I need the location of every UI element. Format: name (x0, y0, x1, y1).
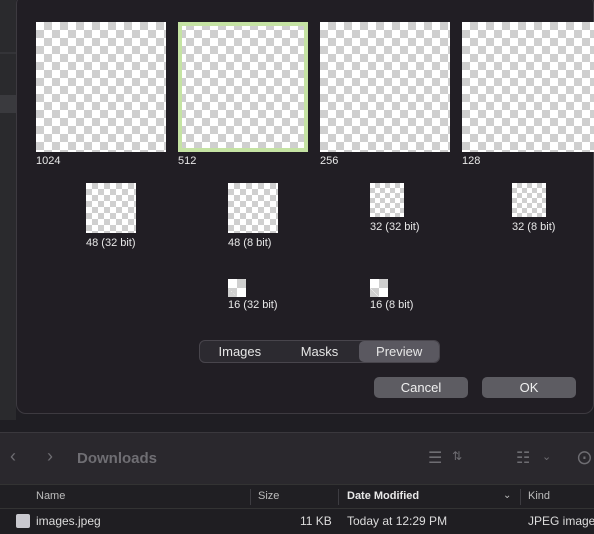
back-chevron-icon[interactable]: ‹ (10, 446, 16, 467)
icon-preview-128[interactable] (462, 22, 594, 152)
icon-size-label: 128 (462, 155, 481, 167)
file-date-modified: Today at 12:29 PM (347, 514, 448, 528)
finder-toolbar: ‹ › Downloads ☰ ⇅ ☷ ⌄ ⊙ (0, 432, 594, 484)
column-divider[interactable] (338, 489, 339, 505)
tab-masks[interactable]: Masks (280, 341, 360, 362)
view-mode-segmented-control: Images Masks Preview (199, 340, 440, 363)
more-options-icon[interactable]: ⊙ (576, 445, 593, 470)
file-list-header: Name Size Date Modified ⌄ Kind (0, 484, 594, 509)
icon-size-label: 48 (32 bit) (86, 237, 136, 249)
column-kind[interactable]: Kind (528, 490, 550, 502)
background-window-edge (0, 0, 16, 420)
icon-preview-dialog: 1024 512 256 128 48 (32 bit) 48 (8 bit) … (16, 0, 594, 414)
icon-preview-32-8bit[interactable] (512, 183, 546, 217)
up-down-chevron-icon[interactable]: ⇅ (452, 449, 462, 463)
icon-size-label: 16 (8 bit) (370, 299, 414, 311)
icon-size-label: 48 (8 bit) (228, 237, 272, 249)
icon-preview-48-32bit[interactable] (86, 183, 136, 233)
icon-size-label: 256 (320, 155, 339, 167)
background-selection (0, 95, 16, 113)
file-name: images.jpeg (36, 514, 101, 528)
icon-preview-1024[interactable] (36, 22, 166, 152)
icon-preview-32-32bit[interactable] (370, 183, 404, 217)
column-divider[interactable] (250, 489, 251, 505)
group-by-icon[interactable]: ☷ (516, 448, 530, 468)
background-divider (0, 52, 16, 54)
file-kind: JPEG image (528, 514, 594, 528)
column-name[interactable]: Name (36, 490, 65, 502)
column-size[interactable]: Size (258, 490, 279, 502)
tab-images[interactable]: Images (200, 341, 280, 362)
tab-preview[interactable]: Preview (359, 341, 440, 362)
forward-chevron-icon[interactable]: › (47, 446, 53, 467)
icon-preview-256[interactable] (320, 22, 450, 152)
sort-chevron-icon[interactable]: ⌄ (503, 490, 511, 501)
list-view-icon[interactable]: ☰ (428, 448, 442, 468)
column-divider[interactable] (520, 489, 521, 505)
screen: 1024 512 256 128 48 (32 bit) 48 (8 bit) … (0, 0, 594, 534)
cancel-button[interactable]: Cancel (374, 377, 468, 398)
icon-size-label: 1024 (36, 155, 61, 167)
folder-title: Downloads (77, 450, 158, 467)
icon-size-label: 32 (8 bit) (512, 221, 556, 233)
table-row[interactable]: images.jpeg 11 KB Today at 12:29 PM JPEG… (0, 510, 594, 534)
icon-size-label: 32 (32 bit) (370, 221, 420, 233)
file-size: 11 KB (300, 514, 332, 528)
column-date-modified[interactable]: Date Modified (347, 490, 419, 502)
jpeg-file-icon (16, 514, 30, 528)
icon-size-label: 16 (32 bit) (228, 299, 278, 311)
icon-preview-48-8bit[interactable] (228, 183, 278, 233)
icon-preview-16-32bit[interactable] (228, 279, 246, 297)
icon-preview-512[interactable] (178, 22, 308, 152)
ok-button[interactable]: OK (482, 377, 576, 398)
icon-preview-16-8bit[interactable] (370, 279, 388, 297)
chevron-down-icon[interactable]: ⌄ (542, 450, 551, 463)
icon-size-label: 512 (178, 155, 197, 167)
